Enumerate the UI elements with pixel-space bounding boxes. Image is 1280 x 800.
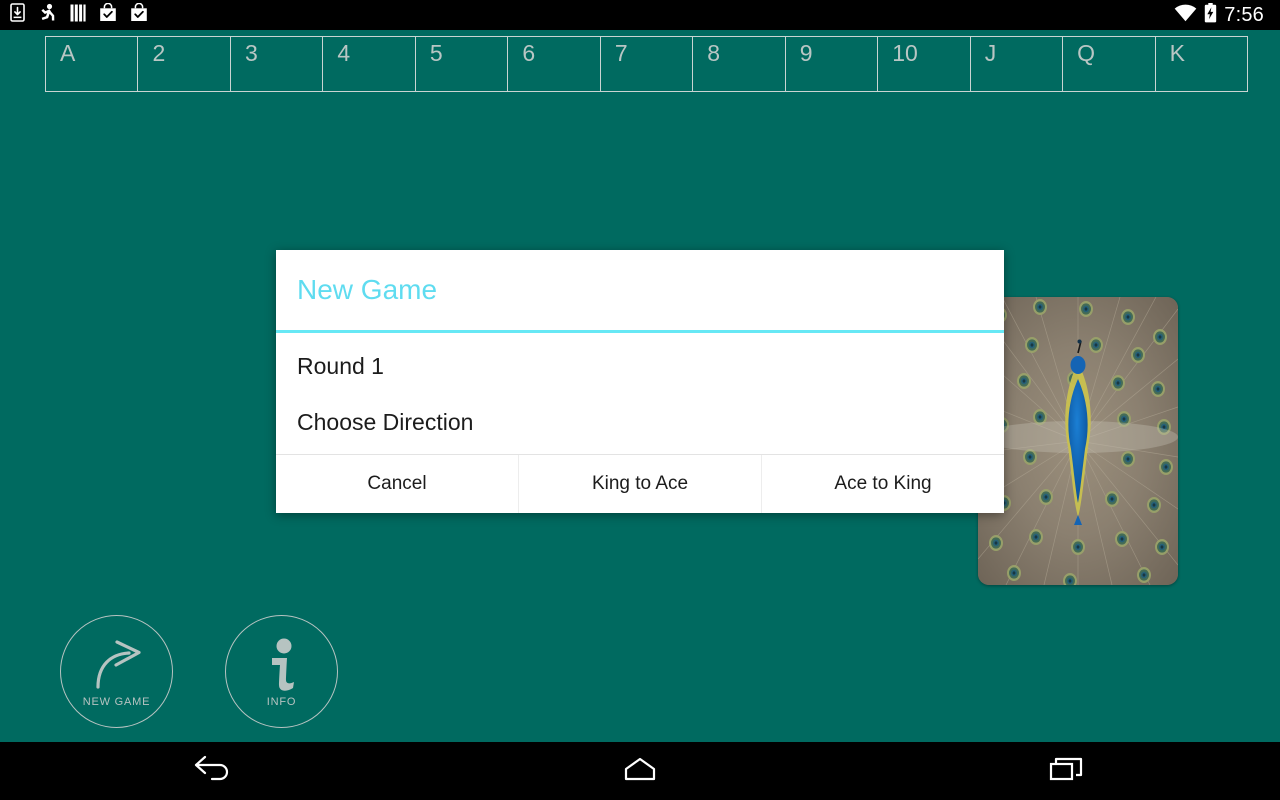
- rank-slot-j[interactable]: J: [969, 36, 1064, 92]
- status-bar: 7:56: [0, 0, 1280, 30]
- dialog-title: New Game: [297, 274, 438, 305]
- rank-slot-2[interactable]: 2: [137, 36, 231, 92]
- rank-slot-label: 9: [799, 40, 813, 66]
- app-screen: 7:56 A 2 3 4 5 6 7 8 9 10 J Q K NEW GAME…: [0, 0, 1280, 800]
- rank-slot-label: 6: [522, 40, 536, 66]
- rank-slot-9[interactable]: 9: [784, 36, 879, 92]
- status-bar-system-icons: 7:56: [1174, 2, 1270, 28]
- rank-slot-label: Q: [1077, 40, 1096, 66]
- info-button-label: INFO: [266, 695, 297, 708]
- nav-home-button[interactable]: [427, 742, 854, 800]
- new-game-button[interactable]: NEW GAME: [60, 615, 173, 728]
- status-bar-clock: 7:56: [1224, 3, 1264, 26]
- home-icon: [620, 755, 660, 788]
- rank-slot-7[interactable]: 7: [599, 36, 694, 92]
- dialog-header: New Game: [276, 250, 1004, 333]
- rank-slot-8[interactable]: 8: [692, 36, 786, 92]
- rank-slot-3[interactable]: 3: [229, 36, 324, 92]
- rank-slot-label: J: [984, 40, 997, 66]
- cancel-button[interactable]: Cancel: [276, 455, 519, 513]
- rank-slot-k[interactable]: K: [1154, 36, 1249, 92]
- curved-arrow-icon: [89, 636, 145, 694]
- ace-to-king-button[interactable]: Ace to King: [762, 455, 1004, 513]
- rank-slot-label: 2: [152, 40, 166, 66]
- status-bar-notification-icons: [10, 2, 148, 27]
- rank-slot-5[interactable]: 5: [414, 36, 509, 92]
- info-button[interactable]: INFO: [225, 615, 338, 728]
- nav-recents-button[interactable]: [853, 742, 1280, 800]
- rank-slot-4[interactable]: 4: [322, 36, 416, 92]
- rank-slot-a[interactable]: A: [45, 36, 139, 92]
- shopping-bag-check-icon: [99, 2, 117, 27]
- wifi-icon: [1174, 4, 1197, 27]
- new-game-button-label: NEW GAME: [82, 695, 151, 708]
- foundation-rank-row: A 2 3 4 5 6 7 8 9 10 J Q K: [45, 36, 1249, 92]
- info-i-icon: [265, 636, 299, 694]
- shopping-bag-check-icon-2: [130, 2, 148, 27]
- rank-slot-label: 4: [337, 40, 351, 66]
- rank-slot-label: A: [60, 40, 76, 66]
- rank-slot-label: 3: [244, 40, 258, 66]
- system-navigation-bar: [0, 742, 1280, 800]
- nav-back-button[interactable]: [0, 742, 427, 800]
- back-arrow-icon: [193, 755, 233, 788]
- rank-slot-label: K: [1169, 40, 1185, 66]
- vertical-bars-icon: [70, 4, 86, 27]
- rank-slot-10[interactable]: 10: [877, 36, 971, 92]
- dialog-body: Round 1 Choose Direction: [276, 333, 1004, 454]
- new-game-dialog: New Game Round 1 Choose Direction Cancel…: [276, 250, 1004, 513]
- king-to-ace-button[interactable]: King to Ace: [519, 455, 762, 513]
- peacock-card-back[interactable]: [978, 297, 1178, 585]
- recents-icon: [1047, 755, 1087, 788]
- dialog-round-text: Round 1: [297, 353, 384, 379]
- download-to-device-icon: [10, 3, 25, 27]
- rank-slot-6[interactable]: 6: [507, 36, 601, 92]
- running-figure-app-icon: [38, 3, 57, 27]
- rank-slot-label: 7: [614, 40, 628, 66]
- battery-charging-icon: [1204, 2, 1217, 28]
- dialog-prompt-text: Choose Direction: [297, 409, 474, 435]
- rank-slot-label: 5: [429, 40, 443, 66]
- peacock-card-art: [978, 297, 1178, 585]
- rank-slot-label: 10: [892, 40, 918, 66]
- rank-slot-label: 8: [707, 40, 721, 66]
- rank-slot-q[interactable]: Q: [1062, 36, 1156, 92]
- dialog-action-row: Cancel King to Ace Ace to King: [276, 454, 1004, 513]
